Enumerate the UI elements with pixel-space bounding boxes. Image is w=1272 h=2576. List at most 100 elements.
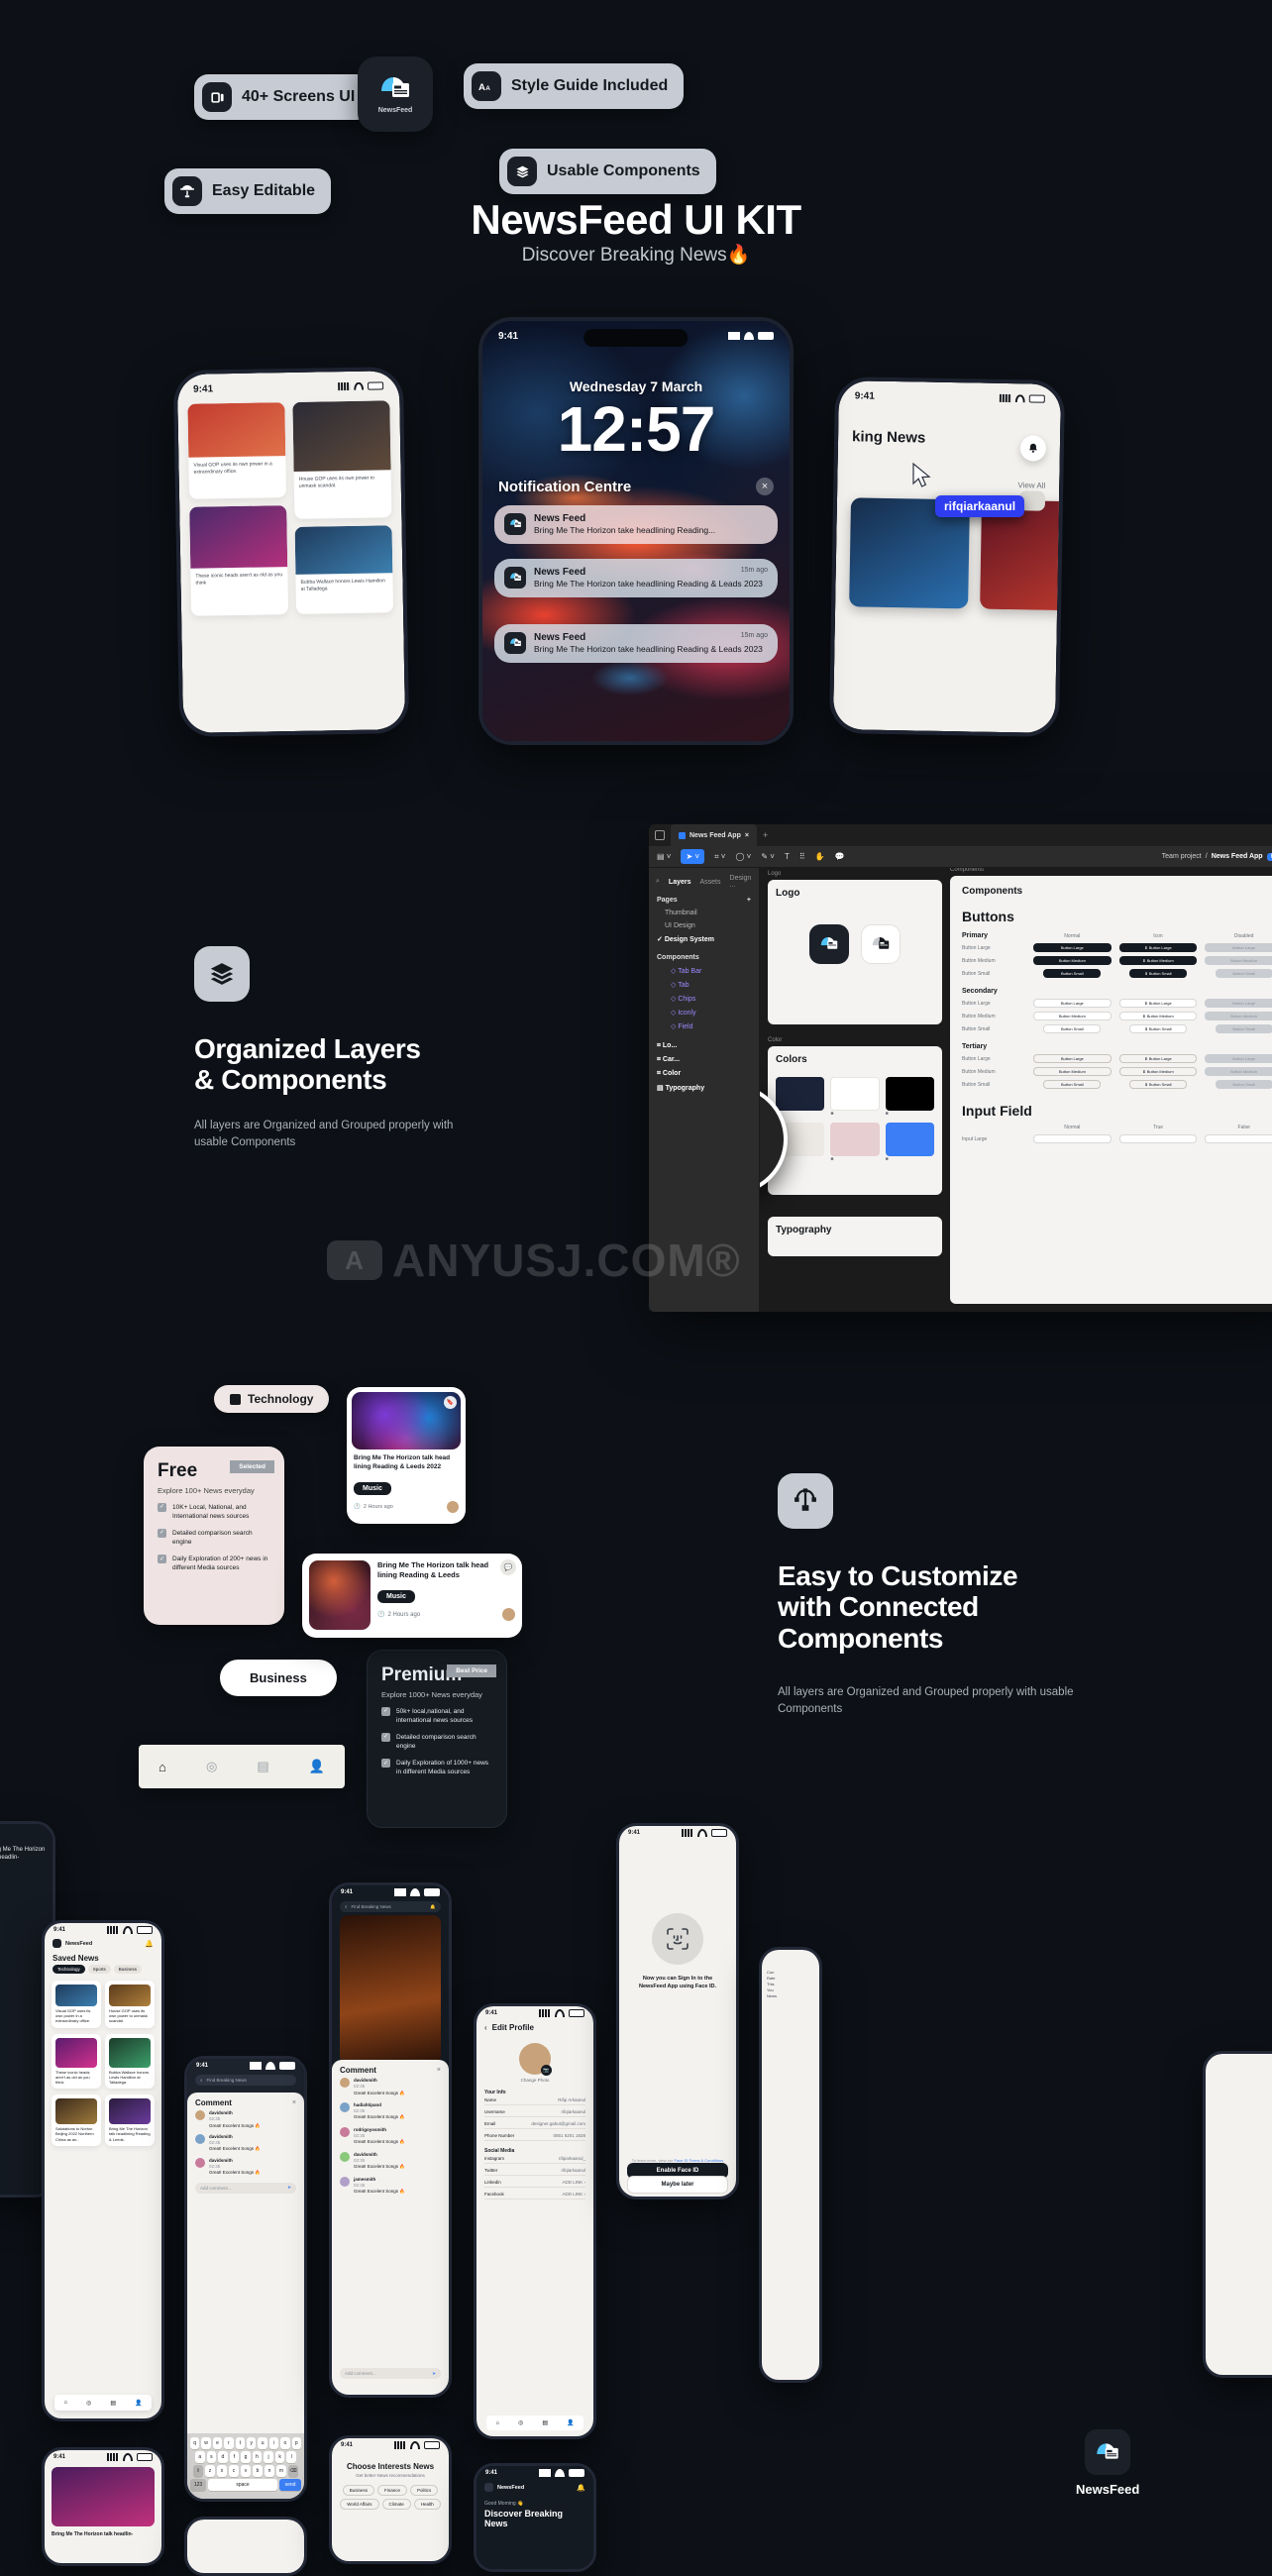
figma-frame-components[interactable]: Components Components Buttons Primary No… <box>950 868 1272 1304</box>
key[interactable]: w <box>201 2437 211 2449</box>
notification-item[interactable]: News Feed Bring Me The Horizon take head… <box>494 505 778 545</box>
list-item[interactable]: House GOP uses its own power to unmask s… <box>105 1981 155 2028</box>
figma-pen-tool[interactable]: ✎ ˅ <box>761 852 775 861</box>
field-row[interactable]: Name Rifqi Arkaanul <box>484 2097 585 2105</box>
button-sample[interactable]: Button Medium <box>1033 1067 1112 1076</box>
figma-frame-logo[interactable]: Logo Logo <box>768 871 942 1024</box>
close-icon[interactable]: × <box>292 2099 296 2106</box>
button-sample[interactable]: Button Small <box>1043 969 1102 978</box>
interest-chip[interactable]: World Affairs <box>340 2499 379 2510</box>
field-row[interactable]: Instagram rifqiarkaanul_ <box>484 2156 585 2164</box>
list-item[interactable]: These iconic heads aren't as old as you … <box>52 2033 101 2090</box>
button-sample[interactable]: Button Large <box>1033 943 1112 952</box>
send-icon[interactable]: ➤ <box>287 2185 291 2191</box>
key[interactable]: b <box>253 2465 263 2477</box>
close-icon[interactable]: × <box>437 2067 441 2074</box>
figma-move-tool[interactable]: ➤ ˅ <box>681 849 705 864</box>
edit-profile-tabbar[interactable]: ⌂ ◎ ▤ 👤 <box>486 2415 583 2430</box>
close-icon[interactable]: × <box>756 478 774 495</box>
figma-menu-icon[interactable]: ▤ ˅ <box>657 852 671 861</box>
home-icon[interactable]: ⌂ <box>495 2420 499 2426</box>
bell-icon[interactable]: 🔔 <box>577 2484 585 2492</box>
comment-icon[interactable]: 💬 <box>500 1559 516 1575</box>
interest-chip[interactable]: Finance <box>376 2485 407 2496</box>
figma-shape-tool[interactable]: ◯ ˅ <box>735 852 751 861</box>
key[interactable]: z <box>205 2465 215 2477</box>
back-icon[interactable]: ‹ <box>484 2023 487 2032</box>
button-sample[interactable]: ⬇ Button Large <box>1118 999 1198 1008</box>
profile-icon[interactable]: 👤 <box>567 2419 574 2426</box>
figma-new-tab-button[interactable]: + <box>763 830 768 840</box>
chat-icon[interactable]: ▤ <box>257 1759 268 1774</box>
figma-file[interactable]: News Feed App <box>1212 853 1263 860</box>
tabbar-component[interactable]: ⌂ ◎ ▤ 👤 <box>139 1745 345 1788</box>
button-sample[interactable]: ⬇ Button Small <box>1128 969 1187 978</box>
comment-input[interactable]: Add comment... ➤ <box>195 2182 296 2194</box>
button-sample[interactable]: ⬇ Button Medium <box>1118 1067 1198 1076</box>
key[interactable]: r <box>224 2437 234 2449</box>
profile-icon[interactable]: 👤 <box>309 1759 325 1774</box>
figma-component-field[interactable]: ◇ Field <box>649 1020 759 1033</box>
tab-business[interactable]: Business <box>113 1965 143 1974</box>
home-icon[interactable]: ⌂ <box>63 2400 67 2406</box>
input-sample[interactable] <box>1205 1134 1272 1143</box>
compass-icon[interactable]: ◎ <box>86 2400 91 2407</box>
field-row[interactable]: Facebook ADD LINK › <box>484 2192 585 2200</box>
input-sample[interactable] <box>1118 1134 1198 1143</box>
button-sample[interactable]: Button Large <box>1033 1054 1112 1063</box>
plan-card-free[interactable]: Selected Free Explore 100+ News everyday… <box>144 1447 284 1625</box>
shift-key[interactable]: ⇧ <box>193 2465 203 2477</box>
figma-canvas[interactable]: Logo Logo Color Colors ■ ■ ■ ■ Typograph… <box>760 868 1272 1312</box>
space-key[interactable]: space <box>208 2479 277 2491</box>
button-sample[interactable]: Button Small <box>1043 1024 1102 1033</box>
button-sample[interactable]: ⬇ Button Medium <box>1118 1012 1198 1020</box>
button-sample[interactable]: Button Medium <box>1033 956 1112 965</box>
button-sample[interactable]: ⬇ Button Large <box>1118 943 1198 952</box>
notification-item[interactable]: News Feed 15m ago Bring Me The Horizon t… <box>494 624 778 664</box>
button-sample[interactable]: ⬇ Button Small <box>1128 1080 1187 1089</box>
input-sample[interactable] <box>1033 1134 1112 1143</box>
figma-comment-tool[interactable]: 💬 <box>835 852 845 861</box>
button-sample[interactable]: ⬇ Button Medium <box>1118 956 1198 965</box>
bookmark-icon[interactable]: 🔖 <box>444 1396 457 1409</box>
figma-frame-colors[interactable]: Color Colors ■ ■ ■ ■ ■ ■ <box>768 1037 942 1195</box>
saved-news-tabbar[interactable]: ⌂ ◎ ▤ 👤 <box>54 2395 152 2411</box>
key[interactable]: f <box>229 2451 240 2463</box>
figma-component-chips[interactable]: ◇ Chips <box>649 992 759 1006</box>
key[interactable]: d <box>218 2451 228 2463</box>
tab-design[interactable]: Design ... <box>730 875 752 889</box>
key[interactable]: p <box>291 2437 301 2449</box>
badge-style-guide[interactable]: AA Style Guide Included <box>464 63 685 109</box>
figma-page-thumbnail[interactable]: Thumbnail <box>649 907 759 919</box>
phone-right-view-all[interactable]: View All <box>1017 481 1045 489</box>
num-key[interactable]: 123 <box>190 2479 206 2491</box>
key[interactable]: t <box>235 2437 245 2449</box>
compass-icon[interactable]: ◎ <box>518 2419 523 2426</box>
figma-section-car[interactable]: ⌗ Car... <box>649 1053 759 1067</box>
field-row[interactable]: Email designer.gabut@gmail.com <box>484 2121 585 2129</box>
button-sample[interactable]: ⬇ Button Large <box>1118 1054 1198 1063</box>
button-sample[interactable]: ⬇ Button Small <box>1128 1024 1187 1033</box>
figma-team[interactable]: Team project <box>1162 853 1202 860</box>
key[interactable]: m <box>276 2465 286 2477</box>
key[interactable]: v <box>241 2465 251 2477</box>
key[interactable]: u <box>258 2437 267 2449</box>
figma-frame-typography[interactable]: Typography <box>768 1217 942 1256</box>
badge-screens[interactable]: 40+ Screens UI <box>194 74 371 120</box>
camera-icon[interactable]: 📷 <box>541 2065 552 2076</box>
button-sample[interactable]: Button Medium <box>1033 1012 1112 1020</box>
figma-frame-tool[interactable]: ⌗ ˅ <box>714 852 725 862</box>
key[interactable]: y <box>246 2437 257 2449</box>
list-item[interactable]: Visual GOP uses its own power in a extra… <box>52 1981 101 2028</box>
button-sample[interactable]: Button Small <box>1043 1080 1102 1089</box>
tab-assets[interactable]: Assets <box>700 879 721 886</box>
search-bar[interactable]: ⌕ Find Breaking News <box>195 2075 296 2086</box>
key[interactable]: o <box>280 2437 290 2449</box>
key[interactable]: n <box>265 2465 274 2477</box>
key[interactable]: g <box>241 2451 251 2463</box>
avatar[interactable]: 📷 <box>519 2043 552 2076</box>
tab-layers[interactable]: Layers <box>669 879 691 886</box>
list-item[interactable]: Bring Me The Horizon talk headlining Rea… <box>105 2094 155 2146</box>
list-item[interactable]: Salutations to Norton Beijing 2022 North… <box>52 2094 101 2146</box>
profile-icon[interactable]: 👤 <box>135 2400 142 2407</box>
